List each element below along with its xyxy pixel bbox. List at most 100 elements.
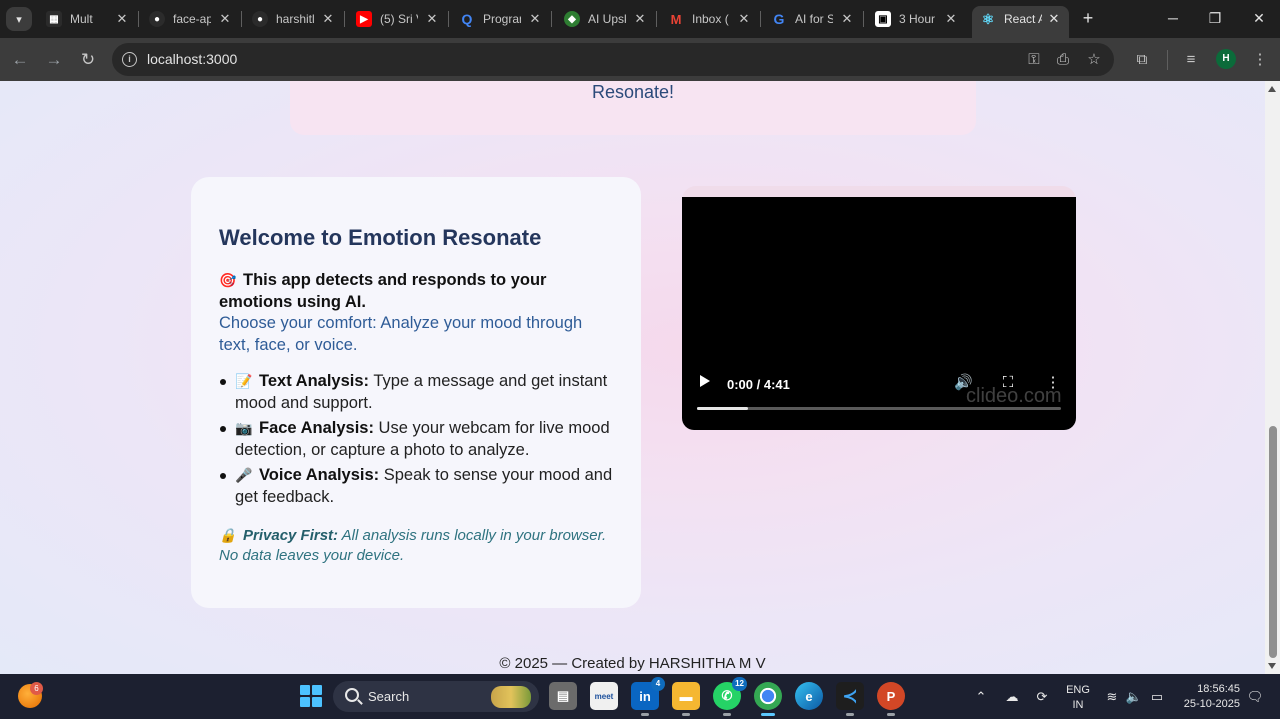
file-explorer-app-icon[interactable]: ▤ — [549, 682, 577, 710]
scrollbar-thumb[interactable] — [1269, 426, 1277, 658]
close-tab-icon[interactable]: ✕ — [736, 11, 752, 27]
scroll-down-arrow-icon[interactable] — [1268, 663, 1276, 669]
new-tab-button[interactable]: + — [1079, 9, 1097, 27]
feature-list: 📝 Text Analysis: Type a message and get i… — [219, 371, 619, 512]
tab-9-active[interactable]: ⚛ React A ✕ — [980, 7, 1062, 31]
wifi-icon[interactable]: ≋ — [1103, 688, 1121, 706]
video-player[interactable]: 0:00 / 4:41 clideo.com 🔊 ⛶ ⋮ — [682, 197, 1076, 430]
vscode-app-icon[interactable]: ≺ — [836, 682, 864, 716]
close-tab-icon[interactable]: ✕ — [114, 11, 130, 27]
feature-name: Text Analysis: — [259, 372, 370, 390]
github-favicon: ● — [252, 11, 268, 27]
windows-start-icon[interactable] — [300, 685, 322, 707]
close-tab-icon[interactable]: ✕ — [424, 11, 440, 27]
close-tab-icon[interactable]: ✕ — [527, 11, 543, 27]
reload-icon[interactable]: ↻ — [78, 50, 98, 70]
more-menu-icon[interactable]: ⋮ — [1250, 50, 1270, 70]
back-arrow-icon[interactable]: ← — [10, 50, 30, 70]
tab-5[interactable]: ◆ AI Upsk ✕ — [564, 7, 657, 31]
search-favicon: Q — [461, 11, 473, 27]
restore-icon[interactable]: ❐ — [1206, 9, 1224, 27]
onedrive-icon[interactable]: ☁ — [1003, 688, 1021, 706]
fullscreen-icon[interactable]: ⛶ — [999, 374, 1017, 392]
tab-7[interactable]: G AI for S ✕ — [771, 7, 864, 31]
youtube-favicon: ▶ — [356, 11, 372, 27]
github-favicon: ● — [149, 11, 165, 27]
address-bar[interactable]: i localhost:3000 ⚿ ⎙ ☆ — [112, 43, 1114, 76]
language-indicator[interactable]: ENG IN — [1066, 683, 1090, 713]
taskbar-search[interactable]: Search — [333, 681, 539, 712]
battery-icon[interactable]: ▭ — [1148, 688, 1166, 706]
browser-toolbar: ← → ↻ i localhost:3000 ⚿ ⎙ ☆ ⧉ ≡ H ⋮ — [0, 38, 1280, 81]
linkedin-app-icon[interactable]: in 4 — [631, 677, 665, 716]
taskbar-search-label: Search — [368, 689, 410, 704]
gmail-favicon: M — [670, 11, 682, 27]
scroll-up-arrow-icon[interactable] — [1268, 86, 1276, 92]
feature-face-analysis: 📷 Face Analysis: Use your webcam for live… — [219, 418, 619, 461]
tab-title: Mult — [70, 12, 93, 26]
react-favicon: ⚛ — [981, 10, 995, 27]
system-clock[interactable]: 18:56:45 25-10-2025 — [1180, 682, 1240, 712]
tab-2[interactable]: ● harshitl ✕ — [252, 7, 345, 31]
tab-title: harshitl — [276, 12, 314, 26]
close-tab-icon[interactable]: ✕ — [1046, 11, 1062, 27]
camera-icon: 📷 — [235, 420, 253, 436]
welcome-lead: 🎯 This app detects and responds to your e… — [219, 269, 609, 313]
page-scrollbar[interactable] — [1265, 81, 1280, 674]
powerpoint-app-icon[interactable]: P — [877, 682, 905, 716]
bookmark-star-icon[interactable]: ☆ — [1085, 51, 1103, 69]
tab-search-button[interactable]: ▾ — [6, 7, 32, 31]
folder-app-icon[interactable]: ▬ — [672, 682, 700, 716]
tab-title: Progran — [483, 12, 521, 26]
site-info-icon[interactable]: i — [122, 52, 137, 67]
feature-name: Voice Analysis: — [259, 466, 380, 484]
edge-app-icon[interactable]: e — [795, 682, 823, 710]
minimize-icon[interactable]: ─ — [1164, 9, 1182, 27]
video-more-icon[interactable]: ⋮ — [1044, 374, 1062, 392]
sync-icon[interactable]: ⟳ — [1033, 688, 1051, 706]
video-time: 0:00 / 4:41 — [727, 377, 790, 392]
chrome-app-icon[interactable] — [754, 682, 782, 716]
media-controls-icon[interactable]: ≡ — [1181, 50, 1201, 70]
play-icon[interactable] — [700, 375, 710, 387]
close-tab-icon[interactable]: ✕ — [320, 11, 336, 27]
welcome-lead-text: This app detects and responds to your em… — [219, 271, 547, 311]
close-window-icon[interactable]: ✕ — [1250, 9, 1268, 27]
extensions-icon[interactable]: ⧉ — [1132, 50, 1152, 70]
welcome-card: Welcome to Emotion Resonate 🎯 This app de… — [191, 177, 641, 608]
privacy-title: Privacy First: — [243, 527, 339, 544]
password-key-icon[interactable]: ⚿ — [1025, 51, 1043, 69]
install-app-icon[interactable]: ⎙ — [1054, 51, 1072, 69]
speaker-icon[interactable]: 🔈 — [1125, 688, 1143, 706]
whatsapp-app-icon[interactable]: ✆ 12 — [713, 677, 747, 716]
profile-avatar[interactable]: H — [1216, 49, 1236, 69]
lang-line2: IN — [1072, 699, 1084, 711]
hero-card: Resonate! — [290, 81, 976, 135]
close-tab-icon[interactable]: ✕ — [217, 11, 233, 27]
tab-8[interactable]: ▣ 3 Hour ✕ — [875, 7, 959, 31]
tab-0[interactable]: ▦ Mult ✕ — [46, 7, 139, 31]
feature-name: Face Analysis: — [259, 419, 374, 437]
tab-1[interactable]: ● face-ap ✕ — [149, 7, 242, 31]
tab-3[interactable]: ▶ (5) Sri V ✕ — [356, 7, 449, 31]
notifications-icon[interactable]: 🗨 — [1246, 688, 1264, 706]
tab-title: face-ap — [173, 12, 211, 26]
url-text[interactable]: localhost:3000 — [147, 51, 237, 67]
close-tab-icon[interactable]: ✕ — [839, 11, 855, 27]
clock-date: 25-10-2025 — [1183, 698, 1240, 710]
video-progress-bar[interactable] — [697, 407, 1061, 410]
welcome-subtitle: Choose your comfort: Analyze your mood t… — [219, 314, 583, 354]
volume-icon[interactable]: 🔊 — [954, 374, 973, 392]
memo-icon: 📝 — [235, 373, 253, 389]
tray-chevron-up-icon[interactable]: ⌃ — [972, 688, 990, 706]
hero-text: Resonate! — [591, 82, 675, 102]
page-viewport: Resonate! Welcome to Emotion Resonate 🎯 T… — [0, 81, 1265, 674]
close-tab-icon[interactable]: ✕ — [943, 11, 959, 27]
wemeet-app-icon[interactable]: meet — [590, 682, 618, 710]
forward-arrow-icon[interactable]: → — [44, 50, 64, 70]
tab-title: React A — [1004, 12, 1042, 26]
tab-4[interactable]: Q Progran ✕ — [459, 7, 552, 31]
close-tab-icon[interactable]: ✕ — [632, 11, 648, 27]
tab-6[interactable]: M Inbox ( ✕ — [668, 7, 761, 31]
feature-text-analysis: 📝 Text Analysis: Type a message and get i… — [219, 371, 619, 414]
